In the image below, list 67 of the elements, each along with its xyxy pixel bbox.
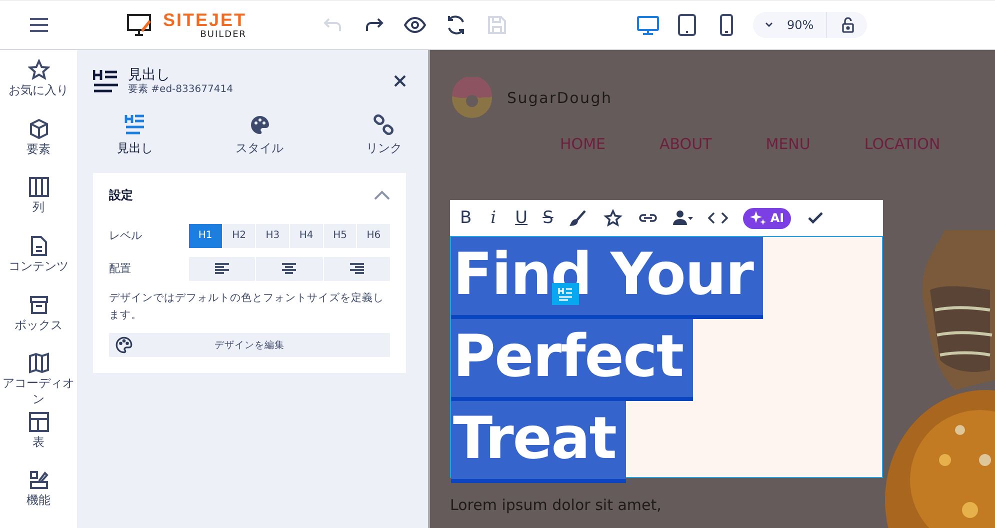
- refresh-icon[interactable]: [445, 14, 467, 36]
- element-id: 要素 #ed-833677414: [128, 84, 233, 96]
- align-left-icon: [215, 262, 230, 275]
- chevron-down-icon: [765, 22, 773, 28]
- rail-label[interactable]: お気に入り: [0, 82, 77, 98]
- zoom-dropdown[interactable]: 90%: [765, 12, 827, 38]
- align-right-icon: [350, 262, 364, 275]
- level-label: レベル: [109, 228, 143, 244]
- panel-tab[interactable]: スタイル: [236, 114, 284, 157]
- logo-subtitle: BUILDER: [200, 30, 247, 40]
- level-button[interactable]: H5: [324, 224, 356, 248]
- body-text: Lorem ipsum dolor sit amet,: [450, 496, 662, 514]
- desktop-icon[interactable]: [636, 13, 660, 37]
- logo-name: SITEJET: [163, 10, 247, 28]
- table-icon[interactable]: [28, 410, 50, 433]
- panel-tab[interactable]: 見出し: [117, 114, 153, 157]
- rail-label[interactable]: 要素: [0, 140, 77, 157]
- feature-icon[interactable]: [28, 469, 50, 492]
- monitor-pen-icon: [127, 13, 153, 37]
- lock-icon[interactable]: [840, 17, 855, 33]
- person-icon[interactable]: [673, 209, 694, 227]
- description-text: デザインではデフォルトの色とフォントサイズを定義します。: [109, 290, 385, 323]
- star-icon[interactable]: [603, 209, 624, 227]
- palette-icon: [248, 114, 270, 136]
- alignment-label: 配置: [109, 261, 132, 276]
- level-button[interactable]: H4: [290, 224, 323, 248]
- star-icon[interactable]: [28, 59, 50, 81]
- cube-icon[interactable]: [28, 118, 50, 140]
- heading-icon: [124, 114, 146, 136]
- rail-label[interactable]: 表: [0, 434, 77, 450]
- map-icon[interactable]: [28, 352, 50, 374]
- box-icon[interactable]: [28, 294, 50, 316]
- bold-button[interactable]: B: [460, 210, 472, 226]
- palette-icon: [115, 336, 133, 354]
- panel-tab[interactable]: リンク: [366, 114, 402, 157]
- rail-label[interactable]: コンテンツ: [0, 258, 77, 274]
- panel-title: 見出し: [128, 67, 171, 84]
- columns-icon[interactable]: [28, 176, 50, 198]
- brush-icon[interactable]: [568, 209, 588, 227]
- link-icon: [373, 114, 395, 136]
- ai-button[interactable]: AI: [743, 208, 792, 228]
- section-header[interactable]: 設定: [109, 186, 390, 204]
- level-button[interactable]: H2: [222, 224, 256, 248]
- zoom-control[interactable]: 90%: [753, 12, 867, 38]
- tablet-icon[interactable]: [675, 13, 699, 37]
- section-title: 設定: [109, 186, 133, 204]
- rail-label[interactable]: アコーディオン: [0, 375, 77, 408]
- underline-button[interactable]: U: [515, 210, 528, 226]
- align-center-button[interactable]: [256, 256, 323, 281]
- rail-label[interactable]: 列: [0, 199, 77, 216]
- level-button[interactable]: H3: [256, 224, 290, 248]
- preview-icon[interactable]: [404, 14, 426, 36]
- edit-design-button[interactable]: デザインを編集: [109, 333, 390, 358]
- heading-icon: [93, 68, 119, 94]
- italic-button[interactable]: i: [486, 210, 500, 226]
- align-right-button[interactable]: [324, 256, 390, 281]
- close-icon[interactable]: [394, 75, 406, 88]
- level-button[interactable]: H6: [357, 224, 390, 248]
- align-center-icon: [282, 262, 296, 275]
- donut-icon: [451, 77, 493, 119]
- rail-label[interactable]: ボックス: [0, 316, 77, 333]
- sparkle-icon: [750, 210, 766, 226]
- strikethrough-button[interactable]: S: [542, 210, 554, 226]
- align-left-button[interactable]: [189, 256, 256, 281]
- menu-icon[interactable]: [29, 18, 49, 32]
- level-button[interactable]: H1: [189, 224, 222, 248]
- rail-label[interactable]: 機能: [0, 492, 77, 509]
